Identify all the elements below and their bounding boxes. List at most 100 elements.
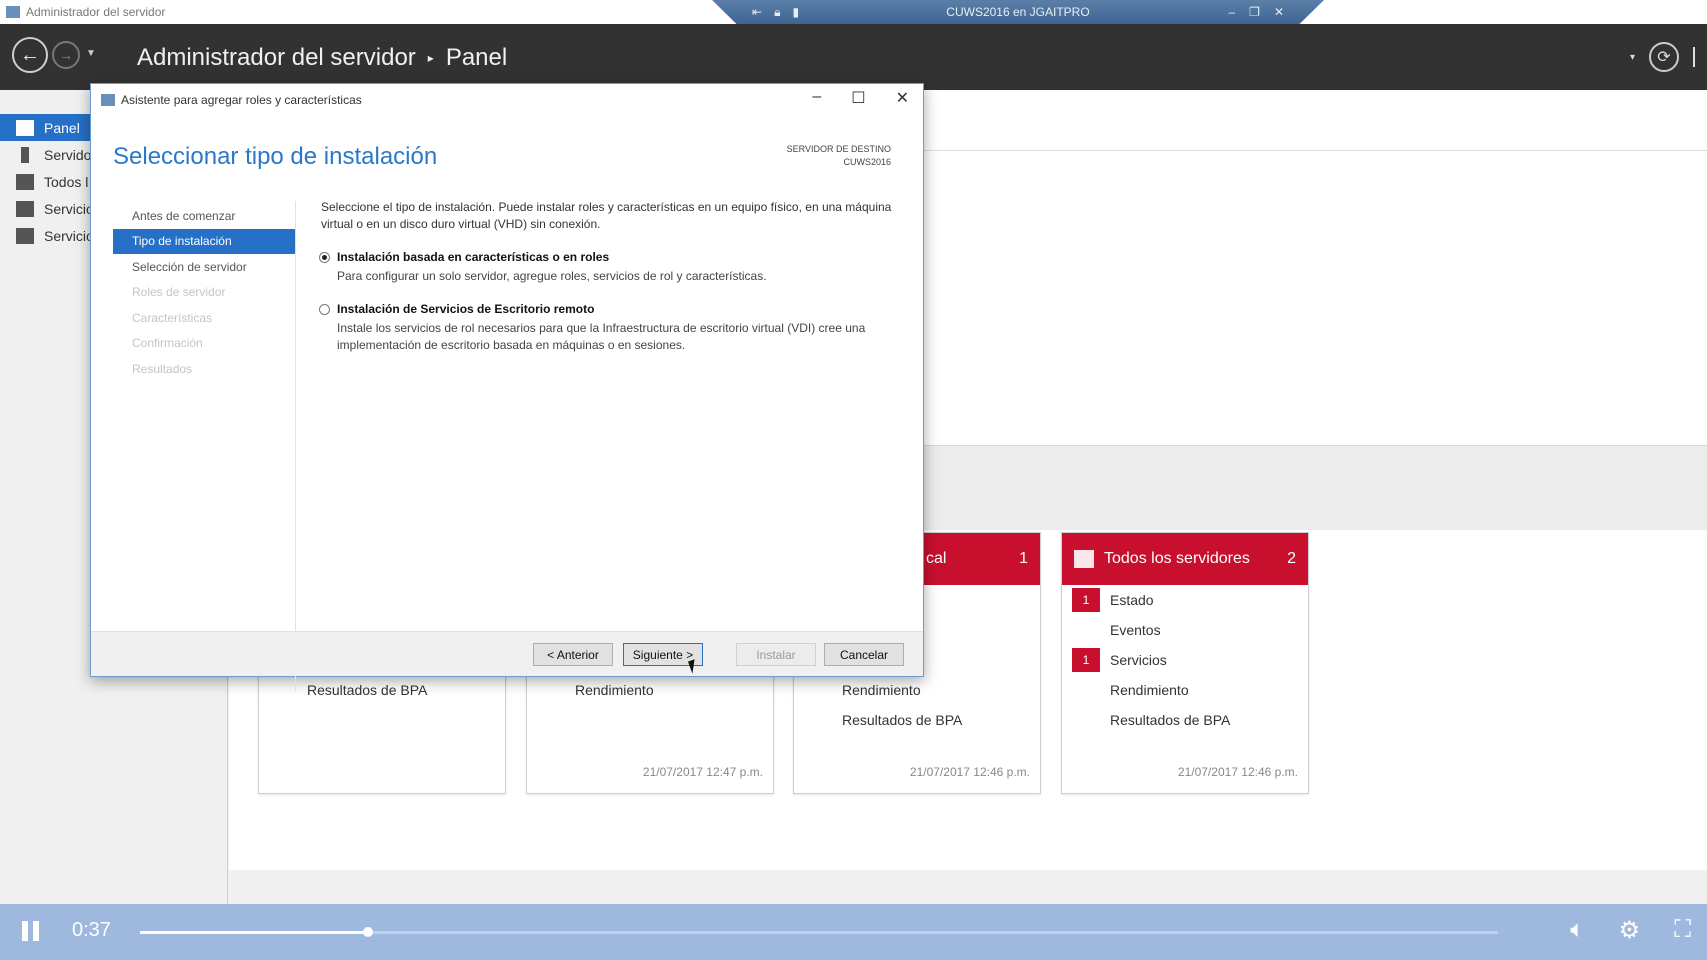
step-installation-type[interactable]: Tipo de instalación [113, 228, 295, 254]
breadcrumb: Administrador del servidor ▸ Panel [137, 44, 507, 72]
option-role-based[interactable]: Instalación basada en características o … [317, 249, 897, 285]
app-header: ← → ▼ Administrador del servidor ▸ Panel… [0, 24, 1707, 90]
tile-count: 1 [1019, 550, 1028, 567]
tile-timestamp: 21/07/2017 12:46 p.m. [909, 765, 1030, 779]
tile-title: cal [926, 550, 947, 567]
tile-row-events[interactable]: Eventos [1062, 615, 1308, 645]
tile-row-bpa[interactable]: Resultados de BPA [1062, 705, 1308, 735]
tile-row-performance[interactable]: Rendimiento [1062, 675, 1308, 705]
minimize-icon[interactable]: – [812, 88, 821, 108]
tile-row[interactable]: Rendimiento [794, 675, 921, 705]
tile-row-services[interactable]: 1 Servicios [1062, 645, 1308, 675]
tile-row-label: Rendimiento [575, 682, 654, 698]
wizard-steps: Antes de comenzar Tipo de instalación Se… [113, 203, 295, 382]
sidebar-item-label: Todos l [44, 173, 89, 190]
step-server-roles: Roles de servidor [132, 285, 226, 300]
settings-gear-icon[interactable]: ⚙ [1619, 916, 1641, 945]
header-tools: ▾ ⟳ [1630, 42, 1695, 72]
remote-desktop-radio[interactable] [319, 304, 330, 315]
option-title[interactable]: Instalación de Servicios de Escritorio r… [337, 301, 897, 318]
dialog-titlebar[interactable]: Asistente para agregar roles y caracterí… [91, 84, 923, 116]
rdp-close-icon[interactable]: ✕ [1274, 5, 1284, 19]
wizard-icon [101, 94, 115, 106]
tile-row-label: Rendimiento [1110, 682, 1189, 698]
forward-button[interactable]: → [52, 41, 80, 69]
step-results: Resultados [132, 361, 193, 376]
volume-icon[interactable]: 🔈︎ [1570, 916, 1584, 945]
seek-bar[interactable] [140, 927, 1498, 937]
tile-timestamp: 21/07/2017 12:47 p.m. [642, 765, 763, 779]
history-dropdown-icon[interactable]: ▼ [86, 48, 96, 59]
seek-thumb[interactable] [363, 927, 374, 937]
section-band [924, 445, 1707, 530]
install-button: Instalar [736, 643, 816, 666]
close-icon[interactable]: ✕ [896, 88, 909, 108]
step-before-you-begin[interactable]: Antes de comenzar [113, 203, 295, 229]
tile-timestamp: 21/07/2017 12:46 p.m. [1177, 765, 1298, 779]
breadcrumb-current: Panel [445, 44, 508, 71]
page-title: Seleccionar tipo de instalación [113, 143, 438, 170]
tile-rows: 1 Estado Eventos 1 Servicios Rendimiento R… [1062, 585, 1308, 735]
sidebar-item-label: Servicio [44, 200, 94, 217]
seek-progress [140, 931, 369, 934]
fullscreen-icon[interactable]: ⛶ [1674, 916, 1691, 945]
tile-row[interactable]: Resultados de BPA [259, 675, 427, 705]
destination-value: CUWS2016 [843, 157, 891, 167]
sidebar-item-label: Servido [44, 146, 92, 163]
step-features: Características [132, 310, 213, 325]
tile-row-label: Servicios [1110, 652, 1167, 668]
divider [924, 150, 1707, 151]
file-services-icon [16, 200, 34, 217]
option-title[interactable]: Instalación basada en características o … [337, 249, 897, 266]
refresh-icon[interactable]: ⟳ [1649, 42, 1679, 72]
video-player-controls: 0:37 🔈︎ ⚙ ⛶ [0, 904, 1707, 960]
tile-header[interactable]: Todos los servidores 2 [1062, 533, 1308, 585]
print-services-icon [16, 227, 34, 244]
breadcrumb-root[interactable]: Administrador del servidor [137, 44, 416, 72]
tile-count: 2 [1287, 550, 1296, 567]
server-tile-all[interactable]: Todos los servidores 2 1 Estado Eventos 1… [1061, 532, 1309, 794]
maximize-icon[interactable]: ☐ [851, 88, 865, 108]
option-remote-desktop[interactable]: Instalación de Servicios de Escritorio r… [317, 301, 897, 354]
wizard-content: Seleccione el tipo de instalación. Puede… [317, 199, 897, 354]
tile-row[interactable]: Rendimiento [527, 675, 654, 705]
role-based-radio[interactable] [319, 252, 330, 263]
dashboard-icon [16, 119, 34, 136]
tile-row-label: Eventos [1110, 622, 1161, 638]
destination-server: SERVIDOR DE DESTINO CUWS2016 [787, 143, 891, 169]
step-confirmation: Confirmación [132, 336, 203, 351]
tile-row-label: Resultados de BPA [1110, 712, 1231, 728]
servers-icon [1074, 550, 1094, 568]
all-servers-icon [16, 173, 34, 190]
sidebar-item-label: Panel [44, 119, 80, 136]
tile-row[interactable]: Resultados de BPA [794, 705, 962, 735]
dialog-window-controls: – ☐ ✕ [812, 88, 909, 108]
rdp-restore-icon[interactable]: ❐ [1249, 5, 1260, 19]
pause-icon[interactable] [22, 921, 39, 941]
player-right-controls: 🔈︎ ⚙ ⛶ [1570, 916, 1691, 945]
destination-label: SERVIDOR DE DESTINO [786, 144, 891, 154]
add-roles-wizard-dialog: Asistente para agregar roles y caracterí… [90, 83, 924, 691]
dialog-title: Asistente para agregar roles y caracterí… [121, 93, 362, 107]
tile-row-status[interactable]: 1 Estado [1062, 585, 1308, 615]
dropdown-icon[interactable]: ▾ [1630, 52, 1635, 63]
server-icon [21, 146, 29, 163]
intro-text: Seleccione el tipo de instalación. Puede… [321, 200, 892, 231]
option-description: Instale los servicios de rol necesarios … [337, 321, 866, 352]
step-server-selection[interactable]: Selección de servidor [113, 254, 295, 280]
divider [295, 201, 296, 691]
tile-title: Todos los servidores [1104, 550, 1250, 567]
server-manager-icon [6, 6, 20, 18]
back-button[interactable]: ← [12, 37, 48, 73]
tile-row-label: Rendimiento [842, 682, 921, 698]
arrow-left-icon: ← [20, 43, 40, 66]
rdp-minimize-icon[interactable]: – [1228, 5, 1235, 19]
cancel-button[interactable]: Cancelar [824, 643, 904, 666]
alert-badge: 1 [1072, 588, 1100, 612]
tile-row-label: Estado [1110, 592, 1154, 608]
app-title: Administrador del servidor [26, 5, 166, 19]
previous-button[interactable]: < Anterior [533, 643, 613, 666]
flag-separator [1693, 47, 1695, 67]
playback-time: 0:37 [72, 919, 111, 941]
sidebar-item-label: Servicio [44, 227, 94, 244]
